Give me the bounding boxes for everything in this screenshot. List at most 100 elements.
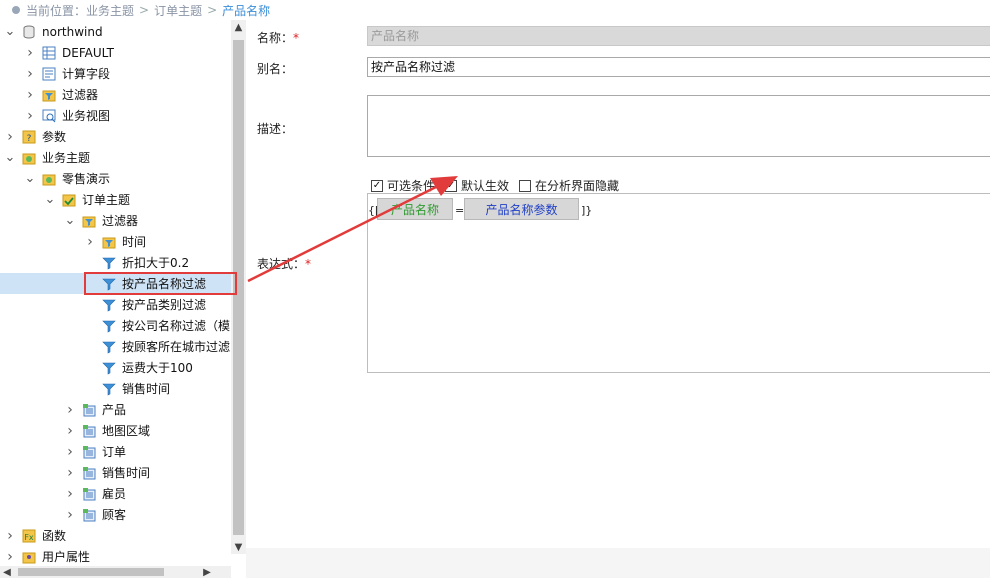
app-root: 当前位置： 业务主题 > 订单主题 > 产品名称 ⌄ northwind › DEFA… bbox=[0, 0, 990, 578]
required-mark: * bbox=[305, 257, 312, 271]
chevron-right-icon[interactable]: › bbox=[64, 423, 76, 439]
name-field[interactable]: 产品名称 bbox=[367, 26, 990, 46]
tree-item[interactable]: 按公司名称过滤（模 bbox=[0, 315, 231, 336]
tree-item[interactable]: ⌄ 业务主题 bbox=[0, 147, 231, 168]
chevron-down-icon[interactable]: ⌄ bbox=[24, 172, 36, 185]
tree-item[interactable]: 按顾客所在城市过滤 bbox=[0, 336, 231, 357]
required-mark: * bbox=[293, 31, 300, 45]
tree-item[interactable]: 运费大于100 bbox=[0, 357, 231, 378]
chevron-right-icon[interactable]: › bbox=[64, 507, 76, 523]
tree-item[interactable]: ⌄ northwind bbox=[0, 21, 231, 42]
chevron-down-icon[interactable]: ⌄ bbox=[4, 151, 16, 164]
scroll-down-arrow-icon[interactable]: ▼ bbox=[231, 540, 246, 554]
tree-item[interactable]: › 时间 bbox=[0, 231, 231, 252]
tree-item-label: 雇员 bbox=[102, 487, 127, 501]
chevron-right-icon[interactable]: › bbox=[64, 486, 76, 502]
scroll-right-arrow-icon[interactable]: ▶ bbox=[200, 566, 214, 578]
chevron-right-icon[interactable]: › bbox=[4, 129, 16, 145]
tree-item-label: 用户属性 bbox=[42, 550, 91, 564]
dimension-icon bbox=[82, 445, 96, 459]
tree-item[interactable]: › DEFAULT bbox=[0, 42, 231, 63]
dimension-icon bbox=[82, 487, 96, 501]
alias-label: 别名： bbox=[257, 62, 294, 76]
hide-in-analysis-checkbox[interactable]: 在分析界面隐藏 bbox=[519, 177, 619, 194]
description-field[interactable] bbox=[367, 95, 990, 157]
chevron-right-icon[interactable]: › bbox=[64, 465, 76, 481]
checkbox-box[interactable]: ✓ bbox=[445, 179, 458, 192]
chevron-right-icon[interactable]: › bbox=[64, 402, 76, 418]
tree-item-label: 过滤器 bbox=[102, 214, 139, 228]
topic-folder-icon bbox=[22, 151, 36, 165]
chevron-right-icon[interactable]: › bbox=[24, 108, 36, 124]
tree-item[interactable]: › 销售时间 bbox=[0, 462, 231, 483]
tree-item[interactable]: › 订单 bbox=[0, 441, 231, 462]
tree-horizontal-scrollbar[interactable]: ◀ ▶ bbox=[0, 566, 231, 578]
tree-item-label: 地图区域 bbox=[102, 424, 151, 438]
tree-item-label: 销售时间 bbox=[102, 466, 151, 480]
tree-item[interactable]: › 业务视图 bbox=[0, 105, 231, 126]
default-effective-checkbox[interactable]: ✓ 默认生效 bbox=[445, 177, 509, 194]
tree-item[interactable]: ⌄ 订单主题 bbox=[0, 189, 231, 210]
breadcrumb-separator: > bbox=[207, 3, 218, 17]
parameter-token[interactable]: 产品名称参数 bbox=[464, 198, 579, 220]
alias-field[interactable]: 按产品名称过滤 bbox=[367, 57, 990, 77]
business-view-icon bbox=[42, 109, 56, 123]
tree-item[interactable]: › 顾客 bbox=[0, 504, 231, 525]
field-token[interactable]: 产品名称 bbox=[377, 198, 453, 220]
tree-item[interactable]: › 过滤器 bbox=[0, 84, 231, 105]
tree-item-label: 产品 bbox=[102, 403, 127, 417]
breadcrumb-item-business-topic[interactable]: 业务主题 bbox=[86, 2, 134, 19]
chevron-down-icon[interactable]: ⌄ bbox=[64, 214, 76, 227]
chevron-right-icon[interactable]: › bbox=[4, 528, 16, 544]
chevron-right-icon[interactable]: › bbox=[64, 444, 76, 460]
checkbox-box[interactable]: ✓ bbox=[371, 179, 383, 192]
option-checkboxes: ✓ 可选条件 ✓ 默认生效 在分析界面隐藏 bbox=[371, 177, 629, 194]
tree-item-label: 业务主题 bbox=[42, 151, 91, 165]
tree-item[interactable]: 销售时间 bbox=[0, 378, 231, 399]
chevron-down-icon[interactable]: ⌄ bbox=[4, 25, 16, 38]
tree-item-label: 订单主题 bbox=[82, 193, 131, 207]
optional-condition-checkbox[interactable]: ✓ 可选条件 bbox=[371, 177, 435, 194]
chevron-right-icon[interactable]: › bbox=[84, 234, 96, 250]
tree-item-label: 按产品类别过滤 bbox=[122, 298, 207, 312]
scroll-up-arrow-icon[interactable]: ▲ bbox=[231, 20, 246, 34]
chevron-down-icon[interactable]: ⌄ bbox=[44, 193, 56, 206]
table-icon bbox=[42, 46, 56, 60]
chevron-right-icon[interactable]: › bbox=[24, 45, 36, 61]
tree-item[interactable]: › 用户属性 bbox=[0, 546, 231, 566]
chevron-right-icon[interactable]: › bbox=[4, 549, 16, 565]
highlight-box bbox=[84, 272, 237, 295]
tree-item[interactable]: › 产品 bbox=[0, 399, 231, 420]
expression-label: 表达式：* bbox=[257, 257, 312, 271]
tree-item[interactable]: › Fx 函数 bbox=[0, 525, 231, 546]
tree-item[interactable]: ⌄ 零售演示 bbox=[0, 168, 231, 189]
svg-text:Fx: Fx bbox=[24, 533, 34, 542]
chevron-right-icon[interactable]: › bbox=[24, 87, 36, 103]
scroll-left-arrow-icon[interactable]: ◀ bbox=[0, 566, 14, 578]
filter-icon bbox=[102, 340, 116, 354]
tree-item[interactable]: › 计算字段 bbox=[0, 63, 231, 84]
scrollbar-thumb[interactable] bbox=[18, 568, 164, 576]
function-icon: Fx bbox=[22, 529, 36, 543]
chevron-right-icon[interactable]: › bbox=[24, 66, 36, 82]
checkbox-box[interactable] bbox=[519, 179, 532, 192]
checkbox-label: 默认生效 bbox=[461, 179, 510, 193]
tree-item-label: 按公司名称过滤（模 bbox=[122, 319, 231, 333]
tree-item[interactable]: 按产品类别过滤 bbox=[0, 294, 231, 315]
tree-item-label: 参数 bbox=[42, 130, 67, 144]
tree-item[interactable]: 折扣大于0.2 bbox=[0, 252, 231, 273]
expression-editor[interactable]: {[ 产品名称 = 产品名称参数 ]} bbox=[367, 193, 990, 373]
name-label: 名称：* bbox=[257, 31, 300, 45]
tree-item[interactable]: ⌄ 过滤器 bbox=[0, 210, 231, 231]
tree-item[interactable]: › 雇员 bbox=[0, 483, 231, 504]
tree-item[interactable]: ›? 参数 bbox=[0, 126, 231, 147]
breadcrumb-item-order-topic[interactable]: 订单主题 bbox=[154, 2, 202, 19]
tree-item[interactable]: › 地图区域 bbox=[0, 420, 231, 441]
tree-item-label: 订单 bbox=[102, 445, 127, 459]
filter-icon bbox=[102, 298, 116, 312]
filter-icon bbox=[102, 382, 116, 396]
